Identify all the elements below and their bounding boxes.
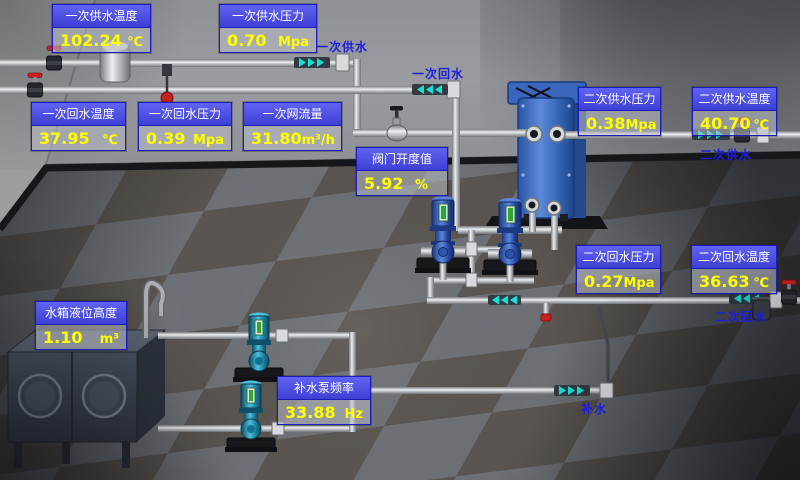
gauge-value: 31.80 (251, 129, 302, 148)
gauge-value: 0.70 (227, 31, 266, 50)
primary-return-valve[interactable] (28, 73, 43, 97)
gauge-unit: Mpa (193, 131, 224, 150)
pipe-label-primary-supply: 一次供水 (316, 38, 368, 55)
gauge-value: 102.24 (60, 31, 122, 50)
gauge-value: 36.63 (699, 272, 750, 291)
gauge-unit: Mpa (278, 33, 309, 52)
gauge-primary-return-temp: 一次回水温度 37.95℃ (31, 102, 126, 151)
pipe-label-secondary-return: 二次回水 (715, 308, 767, 325)
gauge-secondary-supply-temp: 二次供水温度 40.70℃ (692, 87, 777, 136)
gauge-unit: ℃ (753, 274, 769, 293)
hmi-heat-station-screen: 一次供水温度 102.24℃ 一次供水压力 0.70Mpa 一次回水温度 37.… (0, 0, 800, 480)
gauge-unit: % (415, 176, 428, 195)
gauge-primary-supply-press: 一次供水压力 0.70Mpa (219, 4, 317, 53)
gauge-unit: Mpa (625, 116, 656, 135)
gauge-secondary-return-press: 二次回水压力 0.27Mpa (576, 245, 661, 294)
gauge-value: 1.10 (43, 328, 82, 347)
gauge-unit: Mpa (623, 274, 654, 293)
gauge-secondary-supply-press: 二次供水压力 0.38Mpa (578, 87, 661, 136)
gauge-value: 0.38 (586, 114, 625, 133)
pipe-label-primary-return: 一次回水 (412, 65, 464, 82)
gauge-value: 5.92 (364, 174, 403, 193)
gauge-unit: ℃ (127, 33, 143, 52)
gauge-primary-supply-temp: 一次供水温度 102.24℃ (52, 4, 151, 53)
gauge-unit: ℃ (102, 131, 118, 150)
gauge-tank-level: 水箱液位高度 1.10m³ (35, 301, 127, 350)
gauge-unit: Hz (345, 405, 363, 424)
gauge-value: 40.70 (700, 114, 751, 133)
gauge-value: 0.39 (146, 129, 185, 148)
gauge-secondary-return-temp: 二次回水温度 36.63℃ (691, 245, 777, 294)
gauge-primary-return-press: 一次回水压力 0.39Mpa (138, 102, 232, 151)
primary-return-pipe (0, 86, 456, 94)
gauge-unit: m³/h (302, 131, 335, 150)
gauge-makeup-pump-freq: 补水泵频率 33.88Hz (277, 376, 371, 425)
gauge-valve-opening: 阀门开度值 5.92% (356, 147, 448, 196)
plant-3d-scene (0, 0, 800, 480)
pipe-label-secondary-supply: 二次供水 (700, 146, 752, 163)
gauge-value: 33.88 (285, 403, 336, 422)
gauge-value: 37.95 (39, 129, 90, 148)
pipe-label-makeup-water: 补水 (581, 400, 607, 417)
gauge-unit: m³ (100, 330, 119, 349)
gauge-primary-flow: 一次网流量 31.80m³/h (243, 102, 342, 151)
gauge-value: 0.27 (584, 272, 623, 291)
gauge-unit: ℃ (753, 116, 769, 135)
